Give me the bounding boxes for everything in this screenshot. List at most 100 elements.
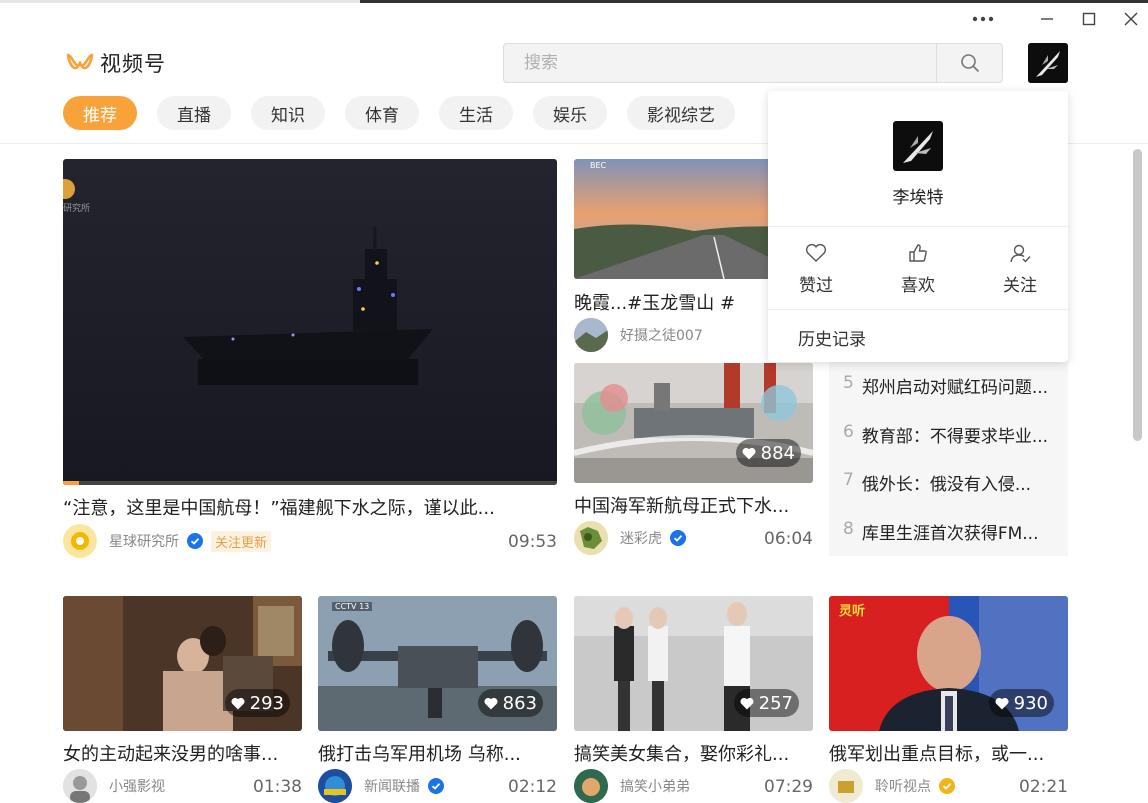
jet-avatar-image [893,121,943,171]
trending-rank: 8 [843,519,854,539]
tab-live[interactable]: 直播 [157,96,231,130]
trending-rank: 5 [843,373,854,393]
video-meta: 小强影视 [63,769,165,803]
app-name: 视频号 [100,52,166,76]
popup-divider [768,309,1068,310]
verified-icon [428,778,444,794]
author-avatar[interactable] [574,521,608,555]
tab-sports[interactable]: 体育 [345,96,419,130]
video-thumbnail-medvedev[interactable]: 灵听 930 [829,596,1068,731]
liked-button[interactable]: 赞过 [776,243,856,296]
trending-rank: 7 [843,470,854,490]
minimize-icon[interactable] [1032,8,1062,30]
verified-icon [187,533,203,549]
trending-list: 5 郑州启动对赋红码问题... 6 教育部：不得要求毕业... 7 俄外长：俄没… [829,360,1068,556]
author-avatar[interactable] [574,318,608,352]
maximize-icon[interactable] [1074,8,1104,30]
like-count-value: 293 [249,692,284,714]
video-title[interactable]: 女的主动起来没男的啥事... [63,740,302,766]
search-bar [503,43,1003,83]
following-label: 关注 [1003,276,1037,296]
video-title[interactable]: 搞笑美女集合，娶你彩礼... [574,740,813,766]
user-avatar[interactable] [1028,43,1068,83]
video-duration: 06:04 [764,529,813,549]
popup-avatar[interactable] [893,121,943,171]
following-button[interactable]: 关注 [980,243,1060,296]
like-count: 293 [224,689,290,717]
video-meta: 好摄之徒007 [574,318,703,352]
verified-icon [670,530,686,546]
title-bar-track [0,0,360,3]
author-name[interactable]: 搞笑小弟弟 [620,776,690,796]
featured-video-thumbnail[interactable]: 研究所 [63,159,557,485]
likes-label: 喜欢 [901,276,935,296]
like-count-value: 863 [502,692,537,714]
liked-label: 赞过 [799,276,833,296]
history-menu-item[interactable]: 历史记录 [798,325,866,350]
aircraft-carrier-image [63,227,557,485]
video-thumbnail-osprey[interactable]: CCTV 13 863 [318,596,557,731]
heart-icon [740,697,754,709]
video-title[interactable]: 中国海军新航母正式下水... [574,492,813,518]
channel-badge: 灵听 [839,604,866,619]
video-thumbnail-drama[interactable]: 293 [63,596,302,731]
like-count-value: 930 [1013,692,1048,714]
video-thumbnail-girls[interactable]: 257 [574,596,813,731]
user-popup-menu: 李埃特 赞过 喜欢 关注 历史记录 [768,91,1068,362]
tab-film-variety[interactable]: 影视综艺 [627,96,735,130]
featured-video-meta: 星球研究所 关注更新 [63,524,272,558]
author-name[interactable]: 星球研究所 [109,531,179,551]
search-input[interactable] [504,44,936,82]
title-bar-progress [360,0,1148,3]
author-name[interactable]: 迷彩虎 [620,528,662,548]
likes-button[interactable]: 喜欢 [878,243,958,296]
trending-item[interactable]: 7 俄外长：俄没有入侵... [843,470,1058,495]
tab-recommend[interactable]: 推荐 [63,96,137,130]
author-avatar[interactable] [63,769,97,803]
channel-badge: CCTV 13 [332,602,373,611]
search-button[interactable] [936,44,1002,82]
video-duration: 02:21 [1019,777,1068,797]
video-thumbnail-navy[interactable]: 884 [574,363,813,483]
author-avatar[interactable] [829,769,863,803]
author-avatar[interactable] [318,769,352,803]
tab-knowledge[interactable]: 知识 [251,96,325,130]
video-title[interactable]: 俄打击乌军用机场 乌称... [318,740,557,766]
verified-gold-icon [939,778,955,794]
watermark-text: 研究所 [63,204,91,214]
author-name[interactable]: 好摄之徒007 [620,325,703,345]
trending-text: 库里生涯首次获得FM... [861,524,1039,544]
like-count: 863 [477,689,543,717]
tab-entertainment[interactable]: 娱乐 [533,96,607,130]
video-duration: 02:12 [508,777,557,797]
like-count-value: 257 [758,692,793,714]
close-icon[interactable] [1116,8,1146,30]
video-title[interactable]: 晚霞...#玉龙雪山 # [574,289,764,315]
trending-item[interactable]: 5 郑州启动对赋红码问题... [843,373,1058,398]
author-name[interactable]: 小强影视 [109,776,165,796]
trending-text: 郑州启动对赋红码问题... [861,378,1049,398]
more-icon[interactable] [968,8,998,30]
trending-item[interactable]: 8 库里生涯首次获得FM... [843,519,1058,544]
heart-icon [484,697,498,709]
author-name[interactable]: 新闻联播 [364,776,420,796]
trending-item[interactable]: 6 教育部：不得要求毕业... [843,422,1058,447]
category-tabs: 推荐 直播 知识 体育 生活 娱乐 影视综艺 [63,96,735,130]
featured-video-title[interactable]: “注意，这里是中国航母！”福建舰下水之际，谨以此... [63,494,557,520]
author-avatar[interactable] [574,769,608,803]
like-count: 884 [735,439,801,467]
heart-icon [995,697,1009,709]
tab-life[interactable]: 生活 [439,96,513,130]
video-title[interactable]: 俄军划出重点目标，或一... [829,740,1068,766]
like-count: 930 [988,689,1054,717]
author-name[interactable]: 聆听视点 [875,776,931,796]
trending-text: 教育部：不得要求毕业... [861,427,1049,447]
author-avatar[interactable] [63,524,97,558]
page-scrollbar[interactable] [1133,149,1142,441]
popup-username: 李埃特 [892,188,944,208]
channels-logo-icon [66,53,94,70]
app-logo[interactable]: 视频号 [66,48,166,78]
video-meta: 搞笑小弟弟 [574,769,690,803]
trending-rank: 6 [843,422,854,442]
like-count: 257 [733,689,799,717]
